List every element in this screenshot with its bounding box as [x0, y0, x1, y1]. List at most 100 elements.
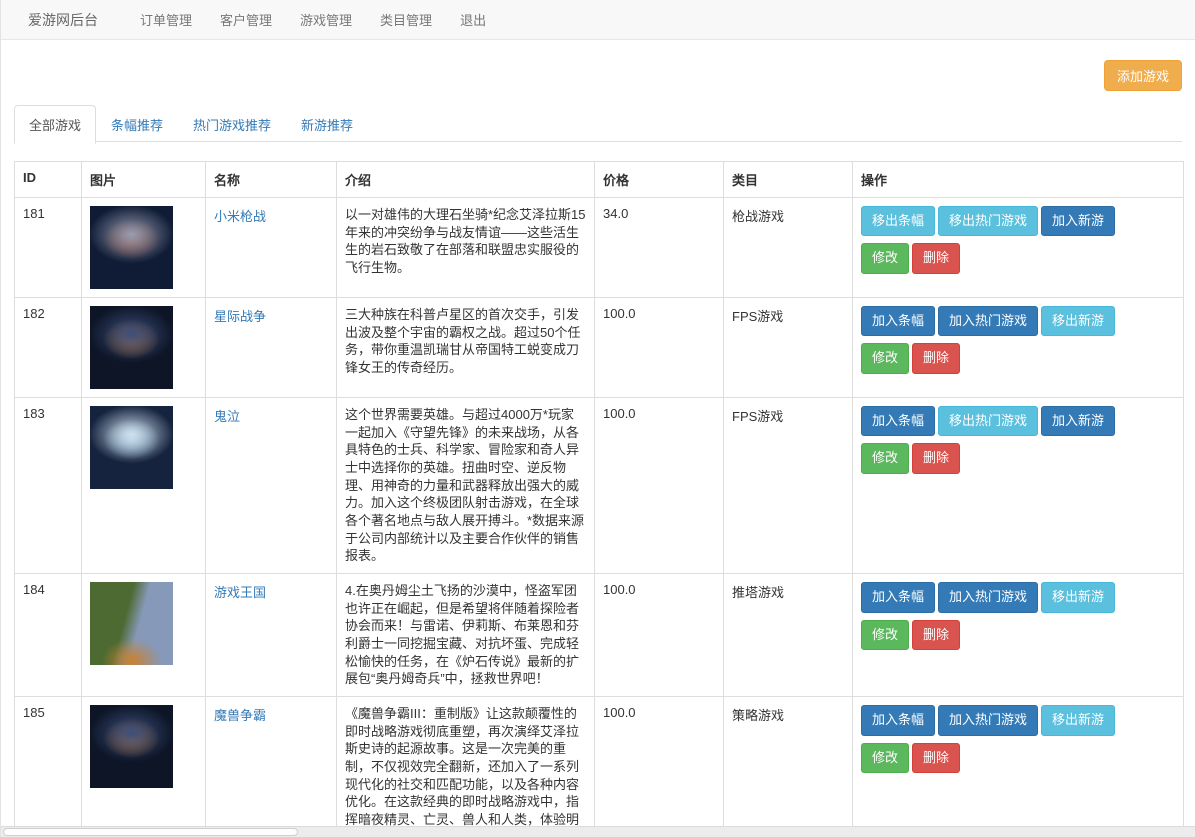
actions-row-1: 加入条幅加入热门游戏移出新游	[861, 705, 1175, 737]
add-new-button[interactable]: 加入新游	[1041, 406, 1115, 436]
edit-button[interactable]: 修改	[861, 343, 909, 373]
game-description-cell: 三大种族在科普卢星区的首次交手，引发出波及整个宇宙的霸权之战。超过50个任务，带…	[337, 298, 595, 398]
game-id: 182	[23, 306, 45, 321]
remove-new-button[interactable]: 移出新游	[1041, 582, 1115, 612]
tab-link[interactable]: 全部游戏	[14, 105, 96, 144]
tab-item: 条幅推荐	[96, 105, 178, 144]
delete-button[interactable]: 删除	[912, 443, 960, 473]
navbar-brand[interactable]: 爱游网后台	[28, 0, 98, 39]
game-id: 185	[23, 705, 45, 720]
column-header: 类目	[724, 162, 853, 198]
actions-row-1: 加入条幅加入热门游戏移出新游	[861, 306, 1175, 338]
game-id-cell: 182	[15, 298, 82, 398]
game-name-link[interactable]: 魔兽争霸	[214, 708, 266, 723]
game-name-cell: 鬼泣	[206, 398, 337, 574]
navbar-item[interactable]: 类目管理	[366, 0, 446, 39]
edit-button[interactable]: 修改	[861, 243, 909, 273]
delete-button[interactable]: 删除	[912, 620, 960, 650]
navbar-item[interactable]: 游戏管理	[286, 0, 366, 39]
column-header: 操作	[853, 162, 1184, 198]
add-new-button[interactable]: 加入新游	[1041, 206, 1115, 236]
game-price-cell: 100.0	[595, 398, 724, 574]
tab-link[interactable]: 热门游戏推荐	[178, 105, 286, 144]
navbar-item[interactable]: 订单管理	[126, 0, 206, 39]
game-image-cell	[82, 198, 206, 298]
edit-button[interactable]: 修改	[861, 743, 909, 773]
horizontal-scrollbar[interactable]	[1, 826, 1195, 837]
games-table: ID图片名称介绍价格类目操作 181 小米枪战 以一对雄伟的大理石坐骑*纪念艾泽…	[14, 161, 1184, 837]
game-id: 184	[23, 582, 45, 597]
admin-page: 爱游网后台 订单管理客户管理游戏管理类目管理退出 添加游戏 全部游戏条幅推荐热门…	[0, 0, 1195, 837]
remove-banner-button[interactable]: 移出条幅	[861, 206, 935, 236]
tab-item: 热门游戏推荐	[178, 105, 286, 144]
game-price-cell: 100.0	[595, 298, 724, 398]
game-image-cell	[82, 574, 206, 697]
navbar-item[interactable]: 退出	[446, 0, 500, 39]
game-cover-image	[90, 306, 173, 389]
remove-hot-button[interactable]: 移出热门游戏	[938, 206, 1038, 236]
edit-button[interactable]: 修改	[861, 620, 909, 650]
game-cover-image	[90, 582, 173, 665]
game-category: FPS游戏	[732, 409, 783, 424]
game-price-cell: 100.0	[595, 574, 724, 697]
edit-button[interactable]: 修改	[861, 443, 909, 473]
game-name-link[interactable]: 小米枪战	[214, 209, 266, 224]
column-header: 介绍	[337, 162, 595, 198]
delete-button[interactable]: 删除	[912, 343, 960, 373]
tab-link[interactable]: 新游推荐	[286, 105, 368, 144]
game-name-cell: 星际战争	[206, 298, 337, 398]
game-price-cell: 34.0	[595, 198, 724, 298]
game-actions-cell: 加入条幅加入热门游戏移出新游 修改删除	[853, 697, 1184, 837]
navbar-menu: 订单管理客户管理游戏管理类目管理退出	[126, 0, 500, 39]
add-banner-button[interactable]: 加入条幅	[861, 582, 935, 612]
add-banner-button[interactable]: 加入条幅	[861, 306, 935, 336]
add-hot-button[interactable]: 加入热门游戏	[938, 705, 1038, 735]
game-description: 4.在奥丹姆尘土飞扬的沙漠中，怪盗军团也许正在崛起，但是希望将伴随着探险者协会而…	[345, 583, 579, 686]
game-category: 策略游戏	[732, 708, 784, 723]
table-header-row: ID图片名称介绍价格类目操作	[15, 162, 1184, 198]
game-id-cell: 184	[15, 574, 82, 697]
tab-link[interactable]: 条幅推荐	[96, 105, 178, 144]
game-description: 以一对雄伟的大理石坐骑*纪念艾泽拉斯15年来的冲突纷争与战友情谊——这些活生生的…	[345, 207, 586, 275]
game-actions-cell: 加入条幅移出热门游戏加入新游 修改删除	[853, 398, 1184, 574]
add-banner-button[interactable]: 加入条幅	[861, 406, 935, 436]
remove-hot-button[interactable]: 移出热门游戏	[938, 406, 1038, 436]
game-category-cell: 策略游戏	[724, 697, 853, 837]
game-name-link[interactable]: 星际战争	[214, 309, 266, 324]
table-row: 185 魔兽争霸 《魔兽争霸III：重制版》让这款颠覆性的即时战略游戏彻底重塑，…	[15, 697, 1184, 837]
game-price-cell: 100.0	[595, 697, 724, 837]
tab-item: 全部游戏	[14, 105, 96, 144]
game-price: 100.0	[603, 582, 636, 597]
add-banner-button[interactable]: 加入条幅	[861, 705, 935, 735]
delete-button[interactable]: 删除	[912, 243, 960, 273]
actions-row-2: 修改删除	[861, 743, 1175, 775]
navbar-item[interactable]: 客户管理	[206, 0, 286, 39]
remove-new-button[interactable]: 移出新游	[1041, 705, 1115, 735]
table-row: 182 星际战争 三大种族在科普卢星区的首次交手，引发出波及整个宇宙的霸权之战。…	[15, 298, 1184, 398]
add-hot-button[interactable]: 加入热门游戏	[938, 582, 1038, 612]
game-id-cell: 181	[15, 198, 82, 298]
actions-row-2: 修改删除	[861, 620, 1175, 652]
game-description: 三大种族在科普卢星区的首次交手，引发出波及整个宇宙的霸权之战。超过50个任务，带…	[345, 307, 580, 375]
game-description: 这个世界需要英雄。与超过4000万*玩家一起加入《守望先锋》的未来战场，从各具特…	[345, 407, 584, 563]
game-category: FPS游戏	[732, 309, 783, 324]
game-name-link[interactable]: 游戏王国	[214, 585, 266, 600]
actions-row-1: 加入条幅加入热门游戏移出新游	[861, 582, 1175, 614]
game-image-cell	[82, 298, 206, 398]
add-hot-button[interactable]: 加入热门游戏	[938, 306, 1038, 336]
game-id: 181	[23, 206, 45, 221]
remove-new-button[interactable]: 移出新游	[1041, 306, 1115, 336]
delete-button[interactable]: 删除	[912, 743, 960, 773]
game-name-cell: 游戏王国	[206, 574, 337, 697]
game-price: 100.0	[603, 406, 636, 421]
scrollbar-thumb[interactable]	[3, 828, 298, 836]
add-game-button[interactable]: 添加游戏	[1104, 60, 1182, 91]
game-name-link[interactable]: 鬼泣	[214, 409, 240, 424]
actions-row-2: 修改删除	[861, 443, 1175, 475]
game-category-cell: FPS游戏	[724, 298, 853, 398]
top-navbar: 爱游网后台 订单管理客户管理游戏管理类目管理退出	[1, 0, 1195, 40]
game-description-cell: 4.在奥丹姆尘土飞扬的沙漠中，怪盗军团也许正在崛起，但是希望将伴随着探险者协会而…	[337, 574, 595, 697]
game-price: 100.0	[603, 705, 636, 720]
actions-row-2: 修改删除	[861, 343, 1175, 375]
actions-row-1: 加入条幅移出热门游戏加入新游	[861, 406, 1175, 438]
